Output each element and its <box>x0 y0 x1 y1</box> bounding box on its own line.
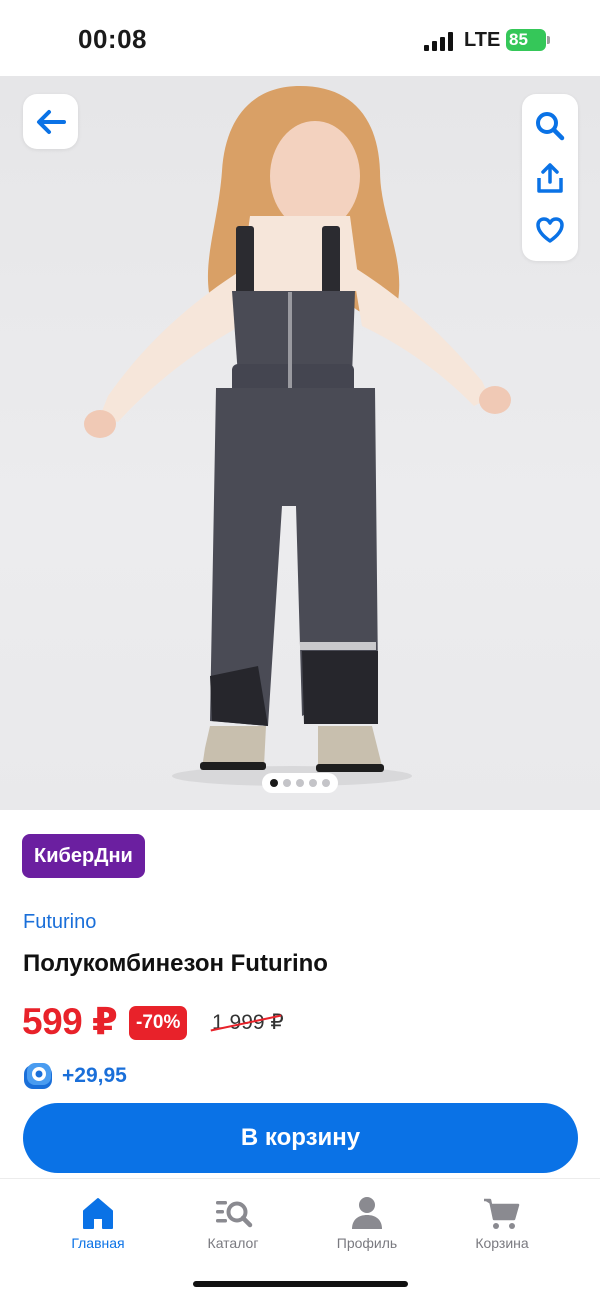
tab-label: Каталог <box>207 1235 259 1251</box>
profile-icon <box>352 1197 382 1229</box>
search-icon <box>536 112 565 141</box>
pagination-dot[interactable] <box>322 779 330 787</box>
gallery-pagination[interactable] <box>262 773 338 793</box>
catalog-icon <box>216 1201 253 1228</box>
tab-label: Профиль <box>336 1235 398 1251</box>
tab-cart[interactable]: Корзина <box>442 1195 562 1255</box>
tab-home[interactable]: Главная <box>38 1195 158 1255</box>
tab-label: Корзина <box>475 1235 529 1251</box>
product-gallery[interactable] <box>0 76 600 810</box>
brand-link[interactable]: Futurino <box>23 911 96 934</box>
current-price: 599 ₽ <box>22 1001 118 1042</box>
old-price: 1 999 ₽ <box>210 1010 284 1035</box>
battery-level: 85 <box>509 30 528 49</box>
home-indicator <box>193 1281 408 1287</box>
search-button[interactable] <box>522 102 578 150</box>
pagination-dot[interactable] <box>309 779 317 787</box>
status-bar: 00:08 LTE 85 <box>0 0 600 76</box>
heart-icon <box>536 217 564 243</box>
product-photo <box>84 86 511 786</box>
favorite-button[interactable] <box>522 206 578 254</box>
add-to-cart-button[interactable]: В корзину <box>23 1103 578 1173</box>
pagination-dot[interactable] <box>296 779 304 787</box>
cart-icon <box>484 1198 520 1229</box>
product-title: Полукомбинезон Futurino <box>23 950 328 977</box>
tab-profile[interactable]: Профиль <box>307 1195 427 1255</box>
network-label: LTE <box>464 29 501 51</box>
bonus-points: +29,95 <box>62 1064 127 1087</box>
signal-icon <box>424 31 454 51</box>
tab-catalog[interactable]: Каталог <box>173 1195 293 1255</box>
bonus-coin-icon <box>24 1063 52 1089</box>
pagination-dot[interactable] <box>270 779 278 787</box>
pagination-dot[interactable] <box>283 779 291 787</box>
battery-icon: 85 <box>506 29 550 51</box>
product-actions <box>522 94 578 261</box>
tab-label: Главная <box>71 1235 125 1251</box>
share-button[interactable] <box>522 154 578 202</box>
arrow-left-icon <box>36 109 66 134</box>
discount-badge: -70% <box>129 1006 188 1040</box>
promo-badge[interactable]: КиберДни <box>22 834 145 878</box>
home-icon <box>83 1198 113 1229</box>
status-time: 00:08 <box>78 24 147 54</box>
share-icon <box>537 163 563 193</box>
back-button[interactable] <box>23 94 78 149</box>
